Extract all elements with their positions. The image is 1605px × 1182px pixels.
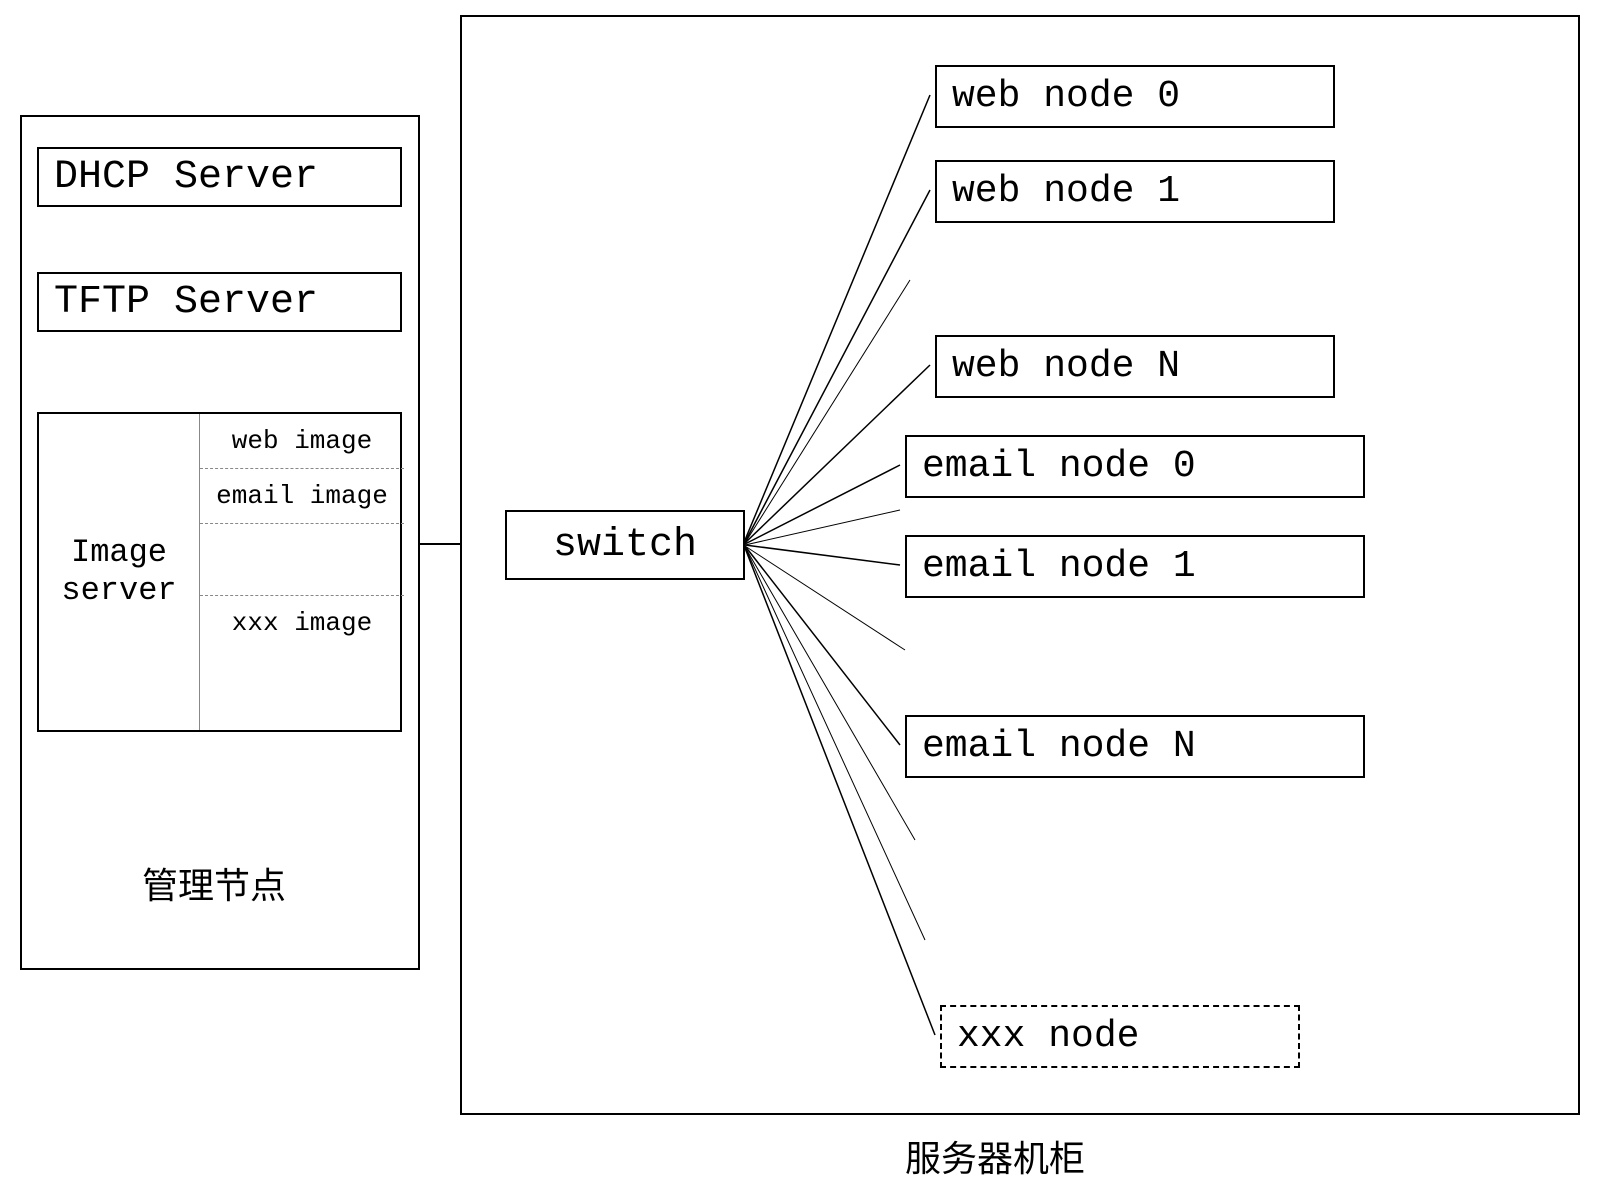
node-emailN: email node N bbox=[905, 715, 1365, 778]
node-email0: email node 0 bbox=[905, 435, 1365, 498]
switch-label: switch bbox=[553, 523, 697, 568]
node-xxx: xxx node bbox=[940, 1005, 1300, 1068]
node-web1: web node 1 bbox=[935, 160, 1335, 223]
node-web0: web node 0 bbox=[935, 65, 1335, 128]
node-webN: web node N bbox=[935, 335, 1335, 398]
node-email1: email node 1 bbox=[905, 535, 1365, 598]
switch-box: switch bbox=[505, 510, 745, 580]
